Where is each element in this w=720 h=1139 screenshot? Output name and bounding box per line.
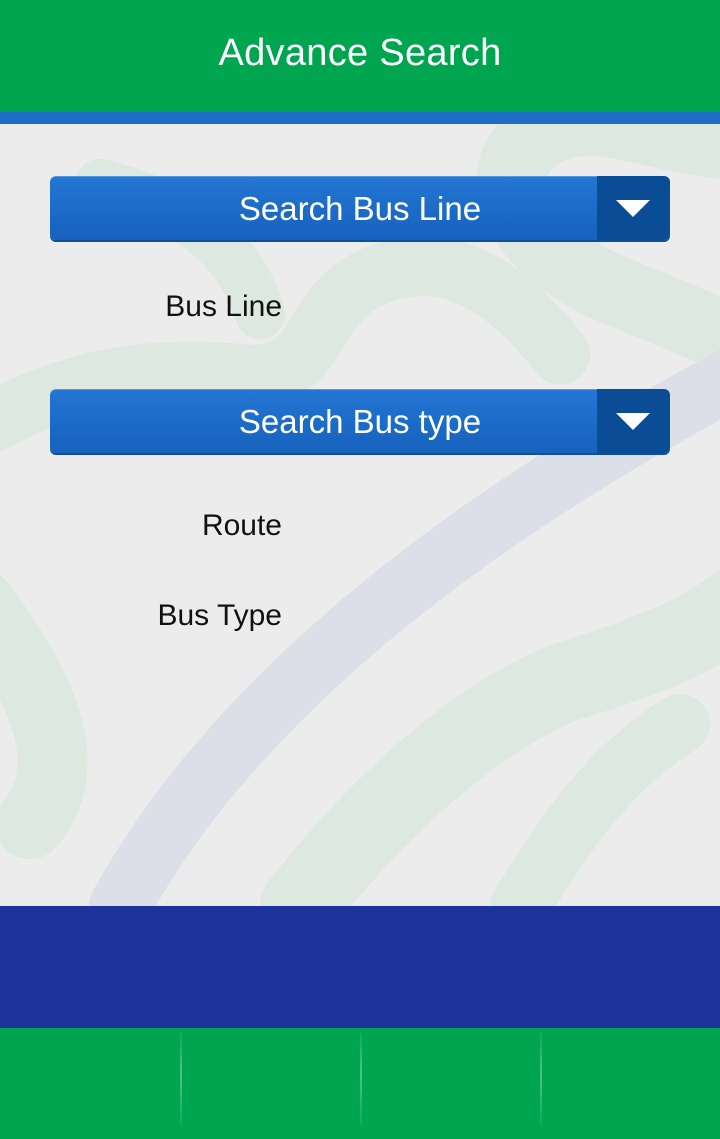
bottom-tab-bar — [0, 1028, 720, 1139]
search-bus-line-dropdown[interactable]: Search Bus Line — [50, 176, 670, 240]
footer-banner — [0, 906, 720, 1028]
tab-2[interactable] — [180, 1028, 360, 1139]
header-accent-stripe — [0, 112, 720, 124]
search-bus-type-label: Search Bus type — [238, 403, 482, 440]
bus-type-label: Bus Type — [157, 599, 282, 632]
bus-line-label: Bus Line — [165, 290, 282, 323]
route-label: Route — [201, 509, 282, 542]
page-title: Advance Search — [218, 31, 502, 74]
dropdown-toggle[interactable] — [597, 176, 670, 240]
triangle-down-icon — [616, 200, 650, 217]
search-bus-line-label: Search Bus Line — [238, 190, 482, 227]
tab-1[interactable] — [0, 1028, 180, 1139]
triangle-down-icon — [616, 413, 650, 430]
tab-4[interactable] — [540, 1028, 720, 1139]
dropdown-toggle[interactable] — [597, 389, 670, 453]
advance-search-screen: Advance Search Search Bus Line Bus Line … — [0, 0, 720, 1139]
tab-3[interactable] — [360, 1028, 540, 1139]
app-header: Advance Search — [0, 0, 720, 112]
search-bus-type-dropdown[interactable]: Search Bus type — [50, 389, 670, 453]
